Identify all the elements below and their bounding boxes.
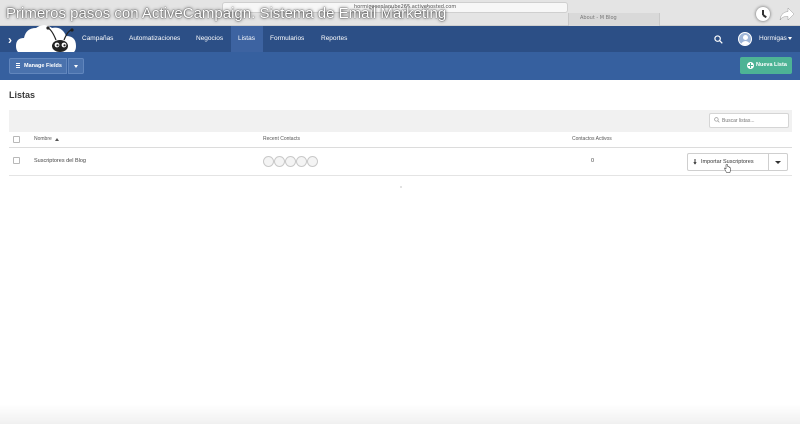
- hand-cursor-icon: [724, 164, 731, 173]
- table-row: [9, 148, 792, 176]
- contact-placeholder-icon: [274, 156, 285, 167]
- sort-ascending-icon[interactable]: [55, 138, 59, 141]
- row-checkbox[interactable]: [13, 157, 20, 164]
- search-icon: [714, 117, 720, 123]
- contact-placeholder-icon: [307, 156, 318, 167]
- watch-later-icon[interactable]: [756, 7, 770, 21]
- contact-placeholder-icon: [263, 156, 274, 167]
- manage-fields-dropdown[interactable]: [68, 58, 84, 74]
- column-header-recent: Recent Contacts: [263, 136, 300, 142]
- download-icon: [693, 159, 697, 165]
- top-navigation: [0, 26, 800, 52]
- plus-icon: [747, 62, 754, 69]
- column-header-name[interactable]: Nombre: [34, 136, 52, 142]
- video-title[interactable]: Primeros pasos con ActiveCampaign. Siste…: [6, 5, 446, 22]
- nav-reportes[interactable]: Reportes: [321, 26, 347, 52]
- list-name-link[interactable]: Suscriptores del Blog: [34, 158, 86, 164]
- loading-dot: [400, 186, 402, 188]
- menu-toggle-icon[interactable]: ›: [8, 33, 12, 47]
- video-bottom-shade: [0, 404, 800, 424]
- row-actions-dropdown[interactable]: [769, 153, 788, 171]
- list-icon: [16, 63, 20, 68]
- nav-formularios[interactable]: Formularios: [270, 26, 304, 52]
- search-lists-field[interactable]: [709, 113, 789, 128]
- page-title: Listas: [9, 90, 36, 100]
- contact-placeholder-icon: [285, 156, 296, 167]
- select-all-checkbox[interactable]: [13, 136, 20, 143]
- nav-campanas[interactable]: Campañas: [82, 26, 113, 52]
- share-icon[interactable]: [779, 6, 795, 22]
- table-header: [9, 132, 792, 148]
- contact-placeholder-icon: [296, 156, 307, 167]
- browser-tab-title: About - M Blog: [580, 15, 617, 21]
- user-name[interactable]: Hormigas: [759, 26, 787, 52]
- chevron-down-icon[interactable]: [788, 37, 792, 40]
- active-contacts-count: 0: [591, 158, 595, 164]
- table-toolbar: [9, 110, 792, 132]
- nav-negocios[interactable]: Negocios: [196, 26, 223, 52]
- secondary-toolbar: [0, 52, 800, 80]
- column-header-active: Contactos Activos: [572, 136, 612, 142]
- user-avatar[interactable]: [738, 32, 752, 46]
- nav-automatizaciones[interactable]: Automatizaciones: [129, 26, 180, 52]
- search-lists-input[interactable]: [722, 115, 786, 126]
- nav-listas[interactable]: Listas: [238, 26, 255, 52]
- search-icon[interactable]: [714, 35, 723, 44]
